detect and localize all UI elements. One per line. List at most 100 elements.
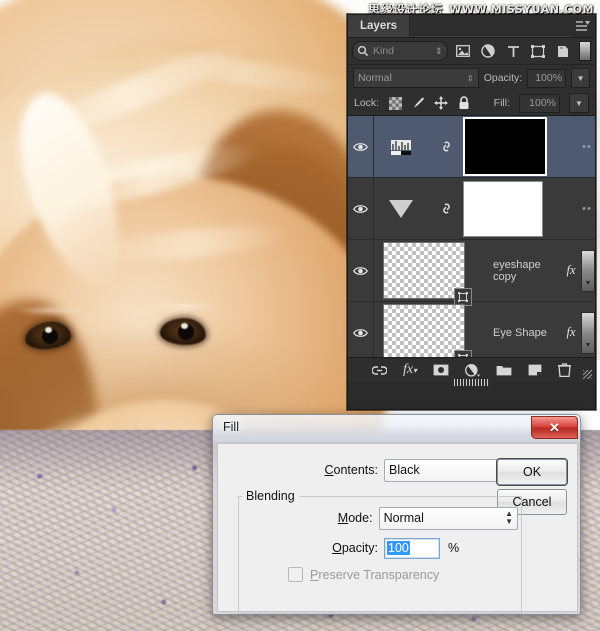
panel-corner-grip-icon[interactable]: [583, 370, 592, 379]
layer-name[interactable]: Eye Shape: [465, 327, 561, 339]
fill-dropdown-icon[interactable]: ▼: [569, 93, 589, 113]
filter-kind-stepper-icon[interactable]: ⇕: [435, 46, 443, 57]
layer-name[interactable]: eyeshape copy: [465, 259, 561, 283]
table-row[interactable]: ••: [348, 178, 595, 240]
dialog-titlebar[interactable]: Fill ✕: [213, 415, 580, 442]
fill-dialog[interactable]: Fill ✕ Contents: Black ▲▼ OK Cancel Blen…: [212, 414, 581, 615]
dialog-body: Contents: Black ▲▼ OK Cancel Blending Mo…: [217, 443, 578, 612]
dog-right-eye-glint: [181, 323, 188, 329]
eye-icon: [353, 204, 368, 214]
opacity-value[interactable]: 100%: [527, 69, 566, 88]
table-row[interactable]: ••: [348, 116, 595, 178]
layer-overflow-dots: ••: [579, 203, 595, 215]
contents-label: Contents:: [218, 463, 384, 477]
layer-mask-link-icon[interactable]: [434, 139, 458, 154]
layer-visibility-toggle[interactable]: [348, 240, 374, 301]
filter-shape-icon[interactable]: [529, 42, 548, 60]
layer-thumbnail-transparent: [383, 304, 465, 358]
layer-mask-thumbnail-black: [463, 117, 547, 176]
lock-image-pixels-icon[interactable]: [411, 96, 425, 110]
layer-fx-expand-icon[interactable]: ▼: [581, 250, 595, 292]
layer-thumbnail-cell[interactable]: [374, 304, 465, 358]
filter-pixel-icon[interactable]: [454, 42, 473, 60]
lock-all-icon[interactable]: [457, 96, 471, 110]
dialog-title: Fill: [223, 420, 239, 434]
filter-type-icon[interactable]: [504, 42, 523, 60]
blend-mode-select[interactable]: Normal ⇕: [353, 68, 479, 88]
mode-select[interactable]: Normal ▲▼: [379, 507, 518, 530]
new-layer-icon[interactable]: [528, 364, 542, 376]
blend-mode-row: Normal ⇕ Opacity: 100% ▼: [348, 65, 595, 91]
table-row[interactable]: eyeshape copy fx ▼: [348, 240, 595, 302]
layer-mask-link-icon[interactable]: [434, 201, 458, 216]
layers-panel[interactable]: Layers Kind ⇕: [347, 14, 596, 410]
mode-select-value: Normal: [384, 511, 424, 525]
layer-visibility-toggle[interactable]: [348, 116, 374, 177]
filter-enable-toggle[interactable]: [579, 41, 591, 61]
blend-mode-stepper-icon[interactable]: ⇕: [467, 74, 474, 83]
fill-label: Fill:: [494, 97, 510, 109]
layer-thumbnail-transparent: [383, 242, 465, 299]
mode-row: Mode: Normal ▲▼: [218, 506, 518, 530]
preserve-transparency-row[interactable]: Preserve Transparency: [288, 567, 439, 582]
layer-mask-thumbnail-white: [463, 181, 543, 237]
layer-overflow-dots: ••: [579, 141, 595, 153]
opacity-dropdown-icon[interactable]: ▼: [571, 68, 590, 88]
screenshot-root: 思缘设计论坛 WWW.MISSYUAN.COM Layers: [0, 0, 600, 631]
add-layer-mask-icon[interactable]: [433, 364, 449, 376]
chevron-updown-icon: ▲▼: [505, 510, 513, 526]
eye-icon: [353, 142, 368, 152]
mode-label: Mode:: [218, 511, 379, 525]
opacity-input[interactable]: 100: [384, 538, 440, 559]
ok-button[interactable]: OK: [497, 459, 567, 485]
blend-mode-value: Normal: [358, 72, 392, 84]
layers-list[interactable]: ••: [348, 116, 595, 358]
filter-smart-object-icon[interactable]: [554, 42, 573, 60]
layer-style-fx-icon[interactable]: fx▾: [403, 362, 417, 378]
new-adjustment-layer-icon[interactable]: [465, 364, 480, 377]
panel-menu-icon[interactable]: [571, 16, 595, 37]
lock-position-icon[interactable]: [434, 96, 448, 110]
fill-value[interactable]: 100%: [519, 94, 560, 113]
close-icon[interactable]: ✕: [531, 416, 578, 439]
adjustment-gradient-icon: [388, 198, 414, 220]
filter-kind-select[interactable]: Kind ⇕: [352, 41, 448, 61]
link-layers-icon[interactable]: [372, 365, 387, 376]
delete-layer-icon[interactable]: [558, 363, 571, 377]
opacity-label: Opacity:: [484, 72, 523, 84]
layers-panel-tabbar: Layers: [348, 15, 595, 38]
blending-legend: Blending: [242, 489, 299, 503]
layer-visibility-toggle[interactable]: [348, 178, 374, 239]
contents-select-value: Black: [389, 463, 420, 477]
layer-thumbnail-cell[interactable]: [374, 137, 412, 157]
layer-visibility-toggle[interactable]: [348, 302, 374, 358]
table-row[interactable]: Eye Shape fx ▼: [348, 302, 595, 358]
layer-mask-thumbnail-cell[interactable]: [463, 181, 543, 237]
layer-thumbnail-cell[interactable]: [374, 198, 414, 220]
tabbar-empty-space: [410, 15, 571, 37]
opacity-label: Opacity:: [218, 541, 384, 555]
search-icon: [357, 45, 369, 57]
layer-thumbnail-cell[interactable]: [374, 242, 465, 299]
preserve-transparency-label: Preserve Transparency: [310, 568, 439, 582]
vector-mask-badge-icon: [454, 350, 472, 358]
filter-adjustment-icon[interactable]: [479, 42, 498, 60]
dog-right-brow: [150, 302, 220, 311]
layer-filter-row: Kind ⇕: [348, 38, 595, 65]
layer-mask-thumbnail-cell[interactable]: [463, 117, 547, 176]
lock-transparent-pixels-icon[interactable]: [388, 96, 402, 110]
opacity-input-value: 100: [387, 541, 410, 555]
lock-row: Lock:: [348, 91, 595, 116]
dog-left-eye-glint: [45, 327, 52, 333]
layers-panel-footer: fx▾: [348, 358, 595, 382]
panel-resize-grip[interactable]: [454, 379, 490, 386]
new-group-icon[interactable]: [496, 364, 512, 376]
layer-fx-icon[interactable]: fx: [561, 325, 581, 340]
adjustment-levels-icon: [390, 137, 412, 157]
layer-fx-expand-icon[interactable]: ▼: [581, 312, 595, 354]
layer-fx-icon[interactable]: fx: [561, 263, 581, 278]
lock-label: Lock:: [354, 97, 379, 109]
tab-layers[interactable]: Layers: [348, 15, 410, 37]
opacity-row: Opacity: 100 %: [218, 536, 518, 560]
percent-label: %: [448, 541, 459, 555]
